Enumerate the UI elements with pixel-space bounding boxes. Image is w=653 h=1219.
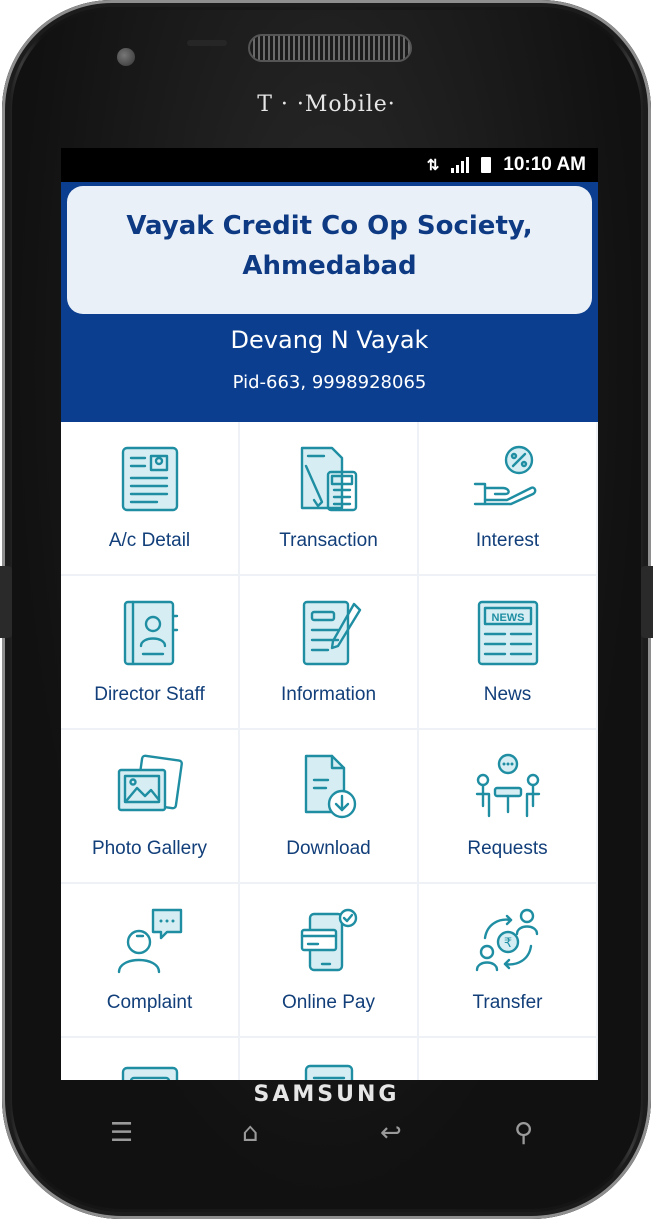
menu-grid: A/c Detail Transaction Interest Director… (61, 422, 598, 1080)
menu-item-photo-gallery[interactable]: Photo Gallery (61, 730, 240, 882)
org-name: Vayak Credit Co Op Society, Ahmedabad (126, 211, 533, 281)
menu-item-download[interactable]: Download (240, 730, 419, 882)
director-staff-icon (123, 600, 178, 666)
carrier-logo: T · ·Mobile· (257, 92, 396, 117)
user-name: Devang N Vayak (230, 326, 429, 354)
4g-icon: ⇅ (426, 157, 440, 174)
svg-text:₹: ₹ (503, 936, 511, 951)
front-camera (117, 48, 135, 66)
menu-item-online-pay[interactable]: Online Pay (240, 884, 419, 1036)
menu-item-complaint[interactable]: Complaint (61, 884, 240, 1036)
menu-label: Information (280, 684, 377, 705)
user-meta: Pid-663, 9998928065 (232, 372, 427, 393)
app-header: Vayak Credit Co Op Society, Ahmedabad De… (61, 182, 598, 422)
signal-bars-icon (451, 157, 470, 173)
menu-label: Transaction (279, 530, 378, 551)
earpiece-speaker (248, 34, 412, 62)
menu-item-information[interactable]: Information (240, 576, 419, 728)
menu-label: Complaint (106, 992, 193, 1013)
menu-key-icon[interactable]: ☰ (110, 1118, 133, 1148)
app-screen: ⇅ 10:10 AM Vayak Credit Co Op Society, A… (61, 148, 598, 1080)
transfer-icon: ₹ (475, 908, 538, 972)
menu-label: Online Pay (282, 992, 375, 1013)
battery-icon (481, 157, 492, 173)
menu-label: A/c Detail (108, 530, 191, 551)
volume-button (0, 566, 12, 638)
online-pay-icon (300, 908, 357, 972)
menu-label: Director Staff (94, 684, 205, 705)
org-title-card: Vayak Credit Co Op Society, Ahmedabad (67, 186, 592, 314)
photo-gallery-icon (117, 754, 183, 812)
menu-item-requests[interactable]: Requests (419, 730, 598, 882)
download-icon (304, 754, 356, 819)
account-detail-icon (121, 446, 178, 512)
menu-label: Requests (467, 838, 548, 859)
menu-item-director-staff[interactable]: Director Staff (61, 576, 240, 728)
menu-item-empty (419, 1038, 598, 1080)
transaction-icon (300, 446, 357, 512)
menu-label: Download (286, 838, 371, 859)
status-bar: ⇅ 10:10 AM (61, 148, 598, 182)
information-icon (302, 600, 361, 666)
phone-frame: T · ·Mobile· ⇅ 10:10 AM Vayak Credit Co … (0, 0, 653, 1219)
proximity-sensor (187, 40, 227, 46)
menu-item-interest[interactable]: Interest (419, 422, 598, 574)
menu-item-transfer[interactable]: ₹ Transfer (419, 884, 598, 1036)
requests-icon (475, 753, 540, 818)
menu-label: News (483, 684, 532, 705)
search-key-icon[interactable]: ⚲ (514, 1118, 533, 1148)
document-icon (304, 1064, 353, 1080)
home-key-icon[interactable]: ⌂ (242, 1118, 259, 1148)
brand-logo: SAMSUNG (253, 1082, 400, 1107)
back-key-icon[interactable]: ↩ (380, 1118, 402, 1148)
news-badge-text: NEWS (491, 612, 524, 624)
status-time: 10:10 AM (503, 154, 586, 175)
menu-label: Transfer (472, 992, 543, 1013)
calendar-icon (121, 1066, 178, 1080)
menu-item-ac-detail[interactable]: A/c Detail (61, 422, 240, 574)
power-button (641, 566, 653, 638)
menu-item-document[interactable] (240, 1038, 419, 1080)
menu-label: Photo Gallery (91, 838, 208, 859)
menu-label: Interest (475, 530, 540, 551)
news-icon: NEWS (477, 600, 538, 666)
complaint-icon (117, 908, 182, 974)
menu-item-calendar[interactable] (61, 1038, 240, 1080)
menu-item-transaction[interactable]: Transaction (240, 422, 419, 574)
interest-icon (473, 445, 536, 506)
menu-item-news[interactable]: NEWS News (419, 576, 598, 728)
